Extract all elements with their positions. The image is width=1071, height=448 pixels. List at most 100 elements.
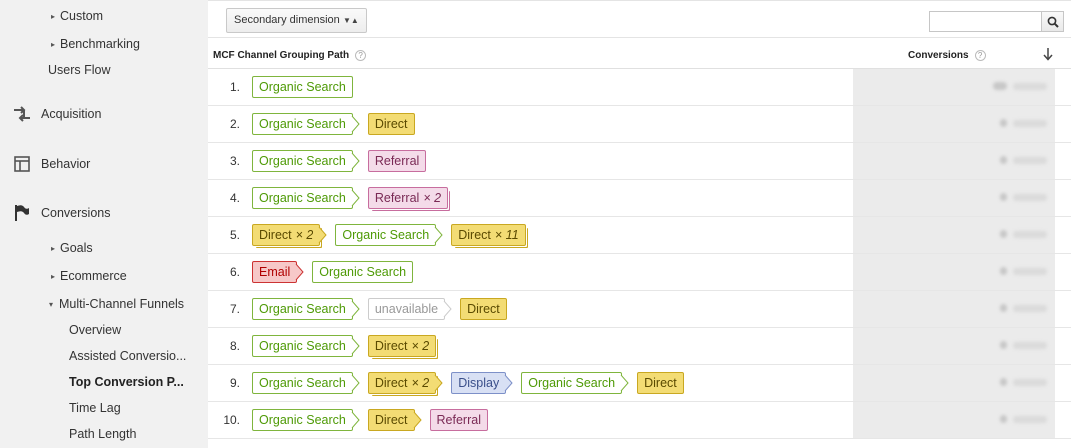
channel-chip-organic[interactable]: Organic Search <box>521 372 629 394</box>
row-number: 6. <box>229 265 240 279</box>
channel-chip-label: Organic Search <box>319 265 407 279</box>
nav-item-users-flow-label: Users Flow <box>48 63 111 77</box>
nav-item-time-lag[interactable]: Time Lag <box>69 401 121 415</box>
redacted-value <box>987 155 1047 165</box>
channel-path: Direct × 2 Organic Search Direct × 11 <box>252 223 541 247</box>
nav-item-assisted-conversions[interactable]: Assisted Conversio... <box>69 349 186 363</box>
redacted-percent <box>1013 230 1047 238</box>
nav-item-path-length[interactable]: Path Length <box>69 427 136 441</box>
row-number: 8. <box>229 339 240 353</box>
table-row: 8. Organic Search Direct × 2 <box>208 328 1071 365</box>
channel-chip-direct[interactable]: Direct <box>460 298 507 320</box>
channel-path: Organic Search Referral <box>252 149 441 173</box>
channel-path: Organic Search unavailable Direct <box>252 297 522 321</box>
channel-chip-label: Referral <box>436 413 481 427</box>
channel-chip-direct[interactable]: Direct × 2 <box>252 224 328 246</box>
channel-chip-organic[interactable]: Organic Search <box>312 261 414 283</box>
redacted-count <box>1000 415 1007 423</box>
channel-chip-label: Organic Search <box>259 117 346 131</box>
channel-chip-label: Organic Search <box>259 80 346 94</box>
table-search-input[interactable] <box>929 11 1042 32</box>
nav-item-benchmarking[interactable]: ▸ Benchmarking <box>51 37 140 51</box>
nav-item-ecommerce-label: Ecommerce <box>60 269 127 283</box>
channel-chip-referral[interactable]: Referral × 2 <box>367 187 449 209</box>
nav-item-multi-channel-funnels-label: Multi-Channel Funnels <box>59 297 185 311</box>
nav-item-ecommerce[interactable]: ▸ Ecommerce <box>51 269 127 283</box>
path-arrow-icon <box>313 227 328 243</box>
table-row: 6. Email Organic Search <box>208 254 1071 291</box>
path-arrow-icon <box>429 227 443 243</box>
channel-chip-organic[interactable]: Organic Search <box>252 298 360 320</box>
nav-item-users-flow[interactable]: Users Flow <box>48 63 111 77</box>
nav-item-custom[interactable]: ▸ Custom <box>51 9 103 23</box>
nav-item-acquisition-label: Acquisition <box>41 107 102 121</box>
channel-chip-count: × 11 <box>494 228 519 242</box>
nav-item-overview[interactable]: Overview <box>69 323 121 337</box>
channel-chip-organic[interactable]: Organic Search <box>252 76 353 98</box>
redacted-value <box>987 118 1047 128</box>
channel-chip-display[interactable]: Display <box>451 372 513 394</box>
channel-chip-count: × 2 <box>411 339 430 353</box>
nav-item-top-conversion-paths[interactable]: Top Conversion P... <box>69 375 184 389</box>
redacted-count <box>1000 304 1007 312</box>
redacted-count <box>1000 378 1007 386</box>
channel-chip-organic[interactable]: Organic Search <box>252 187 360 209</box>
channel-chip-label: Display <box>458 376 500 390</box>
column-header-conversions[interactable]: Conversions ? <box>908 50 986 61</box>
channel-chip-organic[interactable]: Organic Search <box>252 335 360 357</box>
channel-chip-referral[interactable]: Referral <box>429 409 488 431</box>
nav-item-acquisition[interactable]: Acquisition <box>0 104 101 124</box>
channel-chip-direct[interactable]: Direct <box>637 372 684 394</box>
dropdown-caret-icon: ▼▲ <box>342 16 359 25</box>
redacted-value <box>987 81 1047 91</box>
table-row: 3. Organic Search Referral <box>208 143 1071 180</box>
row-number: 10. <box>223 413 240 427</box>
channel-chip-direct[interactable]: Direct × 2 <box>367 335 437 357</box>
conversions-cell <box>853 254 1055 290</box>
help-icon[interactable]: ? <box>355 50 367 61</box>
row-number: 9. <box>229 376 240 390</box>
path-arrow-icon <box>345 153 360 169</box>
flag-icon <box>0 203 41 223</box>
redacted-percent <box>1013 119 1047 127</box>
row-number: 5. <box>229 228 240 242</box>
sort-arrow-down-icon[interactable] <box>1042 47 1054 61</box>
layout-icon <box>0 154 41 174</box>
column-header-path[interactable]: MCF Channel Grouping Path ? <box>213 50 367 61</box>
channel-chip-label: Organic Search <box>259 413 346 427</box>
channel-chip-direct[interactable]: Direct × 2 <box>367 372 443 394</box>
column-header-conversions-label: Conversions <box>908 50 969 61</box>
table-row: 7. Organic Search unavailable Direct <box>208 291 1071 328</box>
channel-chip-organic[interactable]: Organic Search <box>252 150 360 172</box>
channel-chip-label: Direct <box>259 228 292 242</box>
search-button[interactable] <box>1042 11 1064 32</box>
nav-item-behavior-label: Behavior <box>41 157 91 171</box>
path-arrow-icon <box>345 190 360 206</box>
channel-chip-direct[interactable]: Direct <box>367 409 422 431</box>
secondary-dimension-dropdown[interactable]: Secondary dimension ▼▲ <box>226 8 367 33</box>
redacted-count <box>1000 341 1007 349</box>
channel-chip-referral[interactable]: Referral <box>367 150 427 172</box>
nav-item-conversions[interactable]: Conversions <box>0 203 110 223</box>
nav-item-multi-channel-funnels[interactable]: ▾ Multi-Channel Funnels <box>49 297 184 311</box>
channel-chip-organic[interactable]: Organic Search <box>335 224 443 246</box>
channel-chip-direct[interactable]: Direct × 11 <box>451 224 526 246</box>
channel-path: Email Organic Search <box>252 260 428 284</box>
path-arrow-icon <box>345 375 360 391</box>
help-icon[interactable]: ? <box>974 50 986 61</box>
row-number: 7. <box>229 302 240 316</box>
row-number: 2. <box>229 117 240 131</box>
triangle-down-icon: ▾ <box>49 299 54 309</box>
secondary-dimension-label: Secondary dimension <box>234 14 340 26</box>
channel-chip-organic[interactable]: Organic Search <box>252 409 360 431</box>
path-arrow-icon <box>429 375 443 391</box>
redacted-value <box>987 303 1047 313</box>
channel-chip-direct[interactable]: Direct <box>367 113 415 135</box>
channel-chip-organic[interactable]: Organic Search <box>252 372 360 394</box>
channel-chip-organic[interactable]: Organic Search <box>252 113 360 135</box>
channel-chip-email[interactable]: Email <box>252 261 304 283</box>
channel-chip-unavailable[interactable]: unavailable <box>367 298 452 320</box>
nav-item-goals[interactable]: ▸ Goals <box>51 241 93 255</box>
nav-item-behavior[interactable]: Behavior <box>0 154 90 174</box>
conversions-cell <box>853 365 1055 401</box>
